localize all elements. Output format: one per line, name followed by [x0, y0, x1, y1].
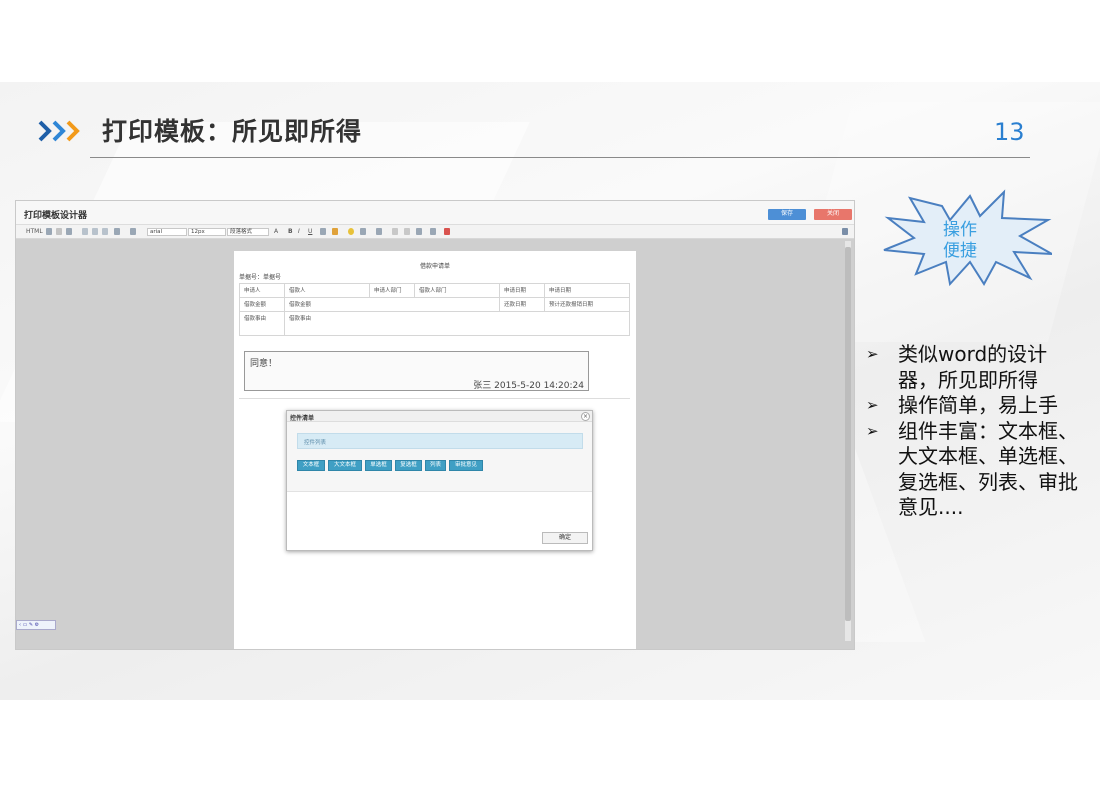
badge-line-1: 操作	[943, 220, 977, 240]
bullet-arrow-icon: ➢	[866, 421, 879, 440]
list-icon[interactable]	[114, 228, 120, 235]
close-button[interactable]: 关闭	[814, 209, 852, 220]
bullet-text: 操作简单，易上手	[898, 393, 1058, 417]
emoji-icon[interactable]	[348, 228, 354, 235]
format-painter-icon[interactable]	[66, 228, 72, 235]
source-button[interactable]: HTML	[26, 228, 43, 236]
table-cell[interactable]: 申请日期	[499, 283, 545, 298]
redo-icon[interactable]	[56, 228, 62, 235]
table-cell[interactable]: 借款人	[284, 283, 370, 298]
control-list-bar: 控件列表	[297, 433, 583, 449]
fullscreen-icon[interactable]	[842, 228, 848, 235]
document-number: 单据号：单据号	[239, 274, 282, 281]
table-cell[interactable]: 申请日期	[544, 283, 630, 298]
control-list-label: 控件列表	[304, 440, 327, 446]
scrollbar[interactable]	[845, 241, 851, 641]
checkbox-control-button[interactable]: 复选框	[395, 460, 422, 471]
bullet-item: ➢ 组件丰富：文本框、大文本框、单选框、复选框、列表、审批意见....	[866, 419, 1086, 521]
list-control-button[interactable]: 列表	[425, 460, 446, 471]
font-family-select[interactable]: arial	[147, 228, 187, 236]
table-cell[interactable]: 借款金额	[239, 297, 285, 312]
align-right-icon[interactable]	[102, 228, 108, 235]
slide-title: 打印模板：所见即所得	[102, 117, 363, 146]
highlight-icon[interactable]	[332, 228, 338, 235]
align-left-icon[interactable]	[82, 228, 88, 235]
font-color-icon[interactable]: A	[274, 228, 278, 236]
strikethrough-icon[interactable]	[320, 228, 326, 235]
chevron-arrows-icon	[38, 120, 80, 142]
mini-toolbar[interactable]: ‹ ▭ ✎ ⚙	[16, 620, 56, 630]
clear-format-icon[interactable]	[376, 228, 382, 235]
document-title: 借款申请单	[419, 263, 450, 270]
save-button[interactable]: 保存	[768, 209, 806, 220]
table-cell[interactable]: 申请人部门	[369, 283, 415, 298]
approval-opinion-box[interactable]: 同意！ 张三 2015-5-20 14:20:24	[244, 351, 589, 391]
controls-dialog: 控件清单 × 控件列表 文本框 大文本框 单选框 复选框 列表 审批意见 确定	[286, 410, 593, 551]
bullet-text: 类似word的设计器，所见即所得	[898, 342, 1048, 392]
feature-bullets: ➢ 类似word的设计器，所见即所得 ➢ 操作简单，易上手 ➢ 组件丰富：文本框…	[866, 342, 1086, 521]
table-cell[interactable]: 申请人	[239, 283, 285, 298]
opinion-text: 同意！	[250, 359, 278, 369]
italic-icon[interactable]: I	[298, 228, 300, 236]
editor-toolbar: HTML arial 12px 段落格式 A B I U	[16, 225, 854, 239]
bullet-item: ➢ 操作简单，易上手	[866, 393, 1086, 419]
page-number: 13	[994, 118, 1025, 146]
bullet-text: 组件丰富：文本框、大文本框、单选框、复选框、列表、审批意见....	[898, 418, 1078, 520]
app-header: 打印模板设计器 保存 关闭	[16, 201, 854, 225]
dialog-header: 控件清单 ×	[287, 411, 592, 422]
table-cell[interactable]: 借款事由	[284, 311, 630, 336]
title-divider	[90, 157, 1030, 158]
designer-screenshot: 打印模板设计器 保存 关闭 HTML arial 12px 段落格式 A B I…	[15, 200, 855, 650]
table-row: 借款事由 借款事由	[239, 311, 630, 336]
ok-button[interactable]: 确定	[542, 532, 588, 544]
dialog-title: 控件清单	[290, 415, 315, 422]
form-table: 申请人 借款人 申请人部门 借款人部门 申请日期 申请日期 借款金额 借款金额 …	[239, 283, 630, 336]
table-cell[interactable]: 预计还款报销日期	[544, 297, 630, 312]
hr-icon[interactable]	[404, 228, 410, 235]
link-icon[interactable]	[430, 228, 436, 235]
bullet-arrow-icon: ➢	[866, 345, 879, 363]
dialog-body: 控件列表 文本框 大文本框 单选框 复选框 列表 审批意见	[287, 422, 592, 492]
textbox-control-button[interactable]: 文本框	[297, 460, 325, 471]
divider	[239, 398, 630, 399]
bullet-arrow-icon: ➢	[866, 396, 879, 414]
table-row: 借款金额 借款金额 还款日期 预计还款报销日期	[239, 297, 630, 312]
underline-icon[interactable]: U	[308, 228, 312, 236]
font-size-select[interactable]: 12px	[188, 228, 226, 236]
table-cell[interactable]: 借款金额	[284, 297, 500, 312]
table-row: 申请人 借款人 申请人部门 借款人部门 申请日期 申请日期	[239, 283, 630, 298]
scroll-thumb[interactable]	[845, 247, 851, 621]
badge-text: 操作 便捷	[920, 220, 1000, 262]
bold-icon[interactable]: B	[288, 228, 293, 236]
textarea-control-button[interactable]: 大文本框	[328, 460, 362, 471]
undo-icon[interactable]	[46, 228, 52, 235]
table-cell[interactable]: 还款日期	[499, 297, 545, 312]
radio-control-button[interactable]: 单选框	[365, 460, 392, 471]
badge-line-2: 便捷	[943, 241, 977, 261]
table-icon[interactable]	[392, 228, 398, 235]
table-cell[interactable]: 借款事由	[239, 311, 285, 336]
table-cell[interactable]: 借款人部门	[414, 283, 500, 298]
close-icon[interactable]: ×	[581, 412, 590, 421]
app-title: 打印模板设计器	[24, 211, 88, 221]
print-icon[interactable]	[444, 228, 450, 235]
bullet-item: ➢ 类似word的设计器，所见即所得	[866, 342, 1086, 393]
indent-icon[interactable]	[130, 228, 136, 235]
slide: 打印模板：所见即所得 13 打印模板设计器 保存 关闭 HTML arial 1…	[0, 0, 1100, 800]
opinion-signature: 张三 2015-5-20 14:20:24	[473, 381, 584, 391]
align-center-icon[interactable]	[92, 228, 98, 235]
image-icon[interactable]	[416, 228, 422, 235]
approval-control-button[interactable]: 审批意见	[449, 460, 483, 471]
paragraph-format-select[interactable]: 段落格式	[227, 228, 269, 236]
line-height-icon[interactable]	[360, 228, 366, 235]
